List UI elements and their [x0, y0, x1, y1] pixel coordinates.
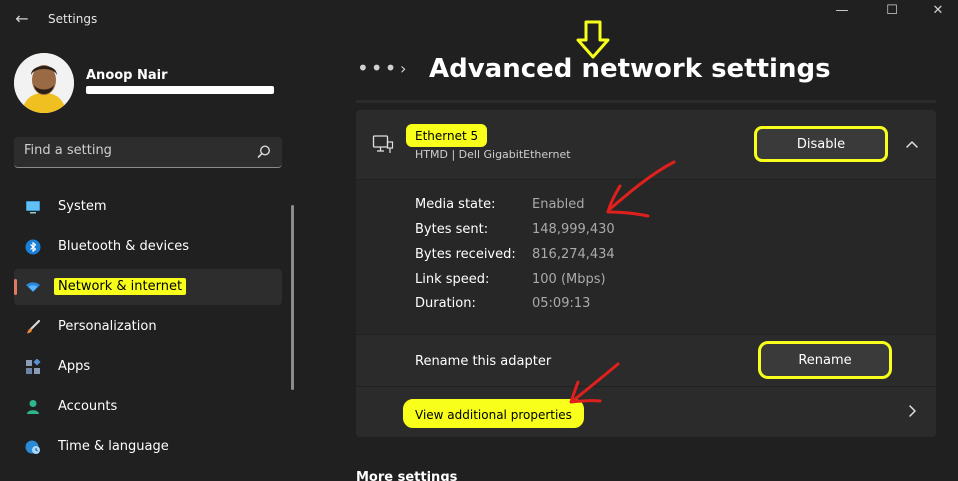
- view-properties-row[interactable]: View additional properties: [356, 387, 936, 437]
- detail-label: Bytes received:: [415, 247, 516, 262]
- sidebar-item-label: Network & internet: [54, 278, 187, 295]
- app-title: Settings: [48, 12, 98, 26]
- sidebar-item-personalization[interactable]: Personalization: [14, 309, 282, 345]
- avatar-photo-icon: [14, 53, 74, 113]
- sidebar-item-label: Apps: [58, 359, 91, 374]
- detail-value: Enabled: [532, 197, 585, 212]
- rename-adapter-row: Rename this adapter Rename: [356, 335, 936, 386]
- sidebar-item-label: Accounts: [58, 399, 118, 414]
- red-arrow-annotation-icon: [606, 160, 676, 218]
- detail-value: 816,274,434: [532, 247, 615, 262]
- ethernet-adapter-icon: [372, 135, 394, 153]
- title-bar: ← Settings — ☐ ✕: [0, 0, 958, 40]
- user-name: Anoop Nair: [86, 68, 168, 83]
- search-input[interactable]: [24, 143, 244, 158]
- sidebar: Anoop Nair System Bluetooth & devices: [0, 40, 296, 481]
- brush-icon: [27, 319, 41, 334]
- detail-label: Bytes sent:: [415, 222, 489, 237]
- search-icon[interactable]: [256, 144, 272, 160]
- view-properties-link[interactable]: View additional properties: [415, 408, 572, 422]
- sidebar-item-bluetooth[interactable]: Bluetooth & devices: [14, 229, 282, 265]
- chevron-up-icon[interactable]: [902, 134, 922, 154]
- card-top-edge: [356, 100, 936, 103]
- user-email-redacted: [86, 86, 274, 94]
- globe-clock-icon: [25, 440, 40, 454]
- sidebar-item-time-language[interactable]: Time & language: [14, 429, 282, 465]
- maximize-button[interactable]: ☐: [882, 3, 902, 23]
- detail-label: Media state:: [415, 197, 496, 212]
- adapter-description: HTMD | Dell GigabitEthernet: [415, 148, 571, 161]
- breadcrumb-chevron-icon: ›: [400, 59, 407, 78]
- detail-label: Link speed:: [415, 272, 490, 287]
- disable-button[interactable]: Disable: [754, 126, 888, 162]
- active-indicator: [14, 279, 17, 295]
- sidebar-item-label: Time & language: [58, 439, 169, 454]
- wifi-icon: [26, 282, 40, 292]
- adapter-name: Ethernet 5: [415, 129, 479, 143]
- detail-label: Duration:: [415, 296, 476, 311]
- avatar[interactable]: [14, 53, 74, 113]
- detail-value: 05:09:13: [532, 296, 591, 311]
- sidebar-item-accounts[interactable]: Accounts: [14, 389, 282, 425]
- bluetooth-icon: [25, 239, 41, 255]
- sidebar-item-label: Personalization: [58, 319, 157, 334]
- minimize-button[interactable]: —: [832, 3, 852, 23]
- apps-icon: [26, 359, 41, 374]
- sidebar-item-network[interactable]: Network & internet: [14, 269, 282, 305]
- sidebar-item-label: Bluetooth & devices: [58, 239, 189, 254]
- sidebar-item-system[interactable]: System: [14, 189, 282, 225]
- breadcrumb-overflow-button[interactable]: •••: [357, 56, 398, 80]
- sidebar-item-apps[interactable]: Apps: [14, 349, 282, 385]
- page-title: Advanced network settings: [429, 54, 831, 84]
- sidebar-item-label: System: [58, 199, 107, 214]
- chevron-right-icon[interactable]: [904, 403, 920, 419]
- adapter-name-highlight: Ethernet 5: [406, 124, 488, 147]
- rename-button[interactable]: Rename: [758, 341, 892, 379]
- detail-value: 100 (Mbps): [532, 272, 606, 287]
- sidebar-scrollbar[interactable]: [291, 205, 294, 390]
- more-settings-heading: More settings: [356, 470, 458, 481]
- detail-value: 148,999,430: [532, 222, 615, 237]
- back-button[interactable]: ←: [12, 9, 32, 29]
- view-properties-highlight: View additional properties: [403, 399, 584, 428]
- red-arrow-annotation-icon: [569, 362, 620, 404]
- person-icon: [27, 400, 39, 414]
- close-button[interactable]: ✕: [928, 3, 948, 23]
- search-box[interactable]: [14, 137, 282, 168]
- sidebar-nav: System Bluetooth & devices Network & int…: [14, 189, 282, 469]
- rename-label: Rename this adapter: [415, 354, 552, 369]
- monitor-icon: [26, 201, 40, 214]
